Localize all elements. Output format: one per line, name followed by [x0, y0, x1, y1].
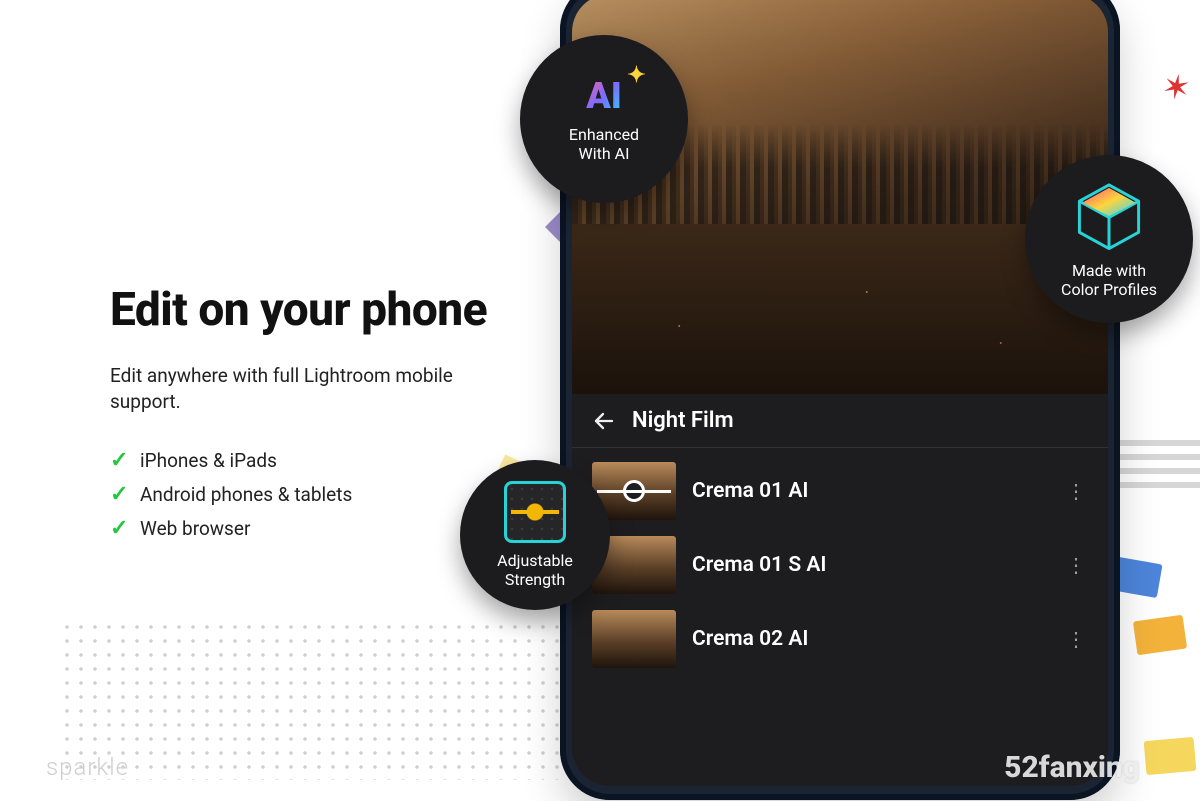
- preset-list: Crema 01 AI ⋮ Crema 01 S AI ⋮ Crema 02 A…: [572, 448, 1108, 682]
- feature-label: Web browser: [140, 514, 250, 543]
- preset-label: Crema 02 AI: [692, 627, 1050, 651]
- badge-label: Adjustable Strength: [497, 551, 573, 589]
- back-arrow-icon[interactable]: [592, 409, 616, 433]
- badge-adjustable-strength: Adjustable Strength: [460, 460, 610, 610]
- preset-row[interactable]: Crema 01 S AI ⋮: [572, 528, 1108, 602]
- marketing-copy: Edit on your phone Edit anywhere with fu…: [110, 285, 490, 546]
- feature-list: ✓ iPhones & iPads ✓ Android phones & tab…: [110, 444, 490, 546]
- kebab-menu-icon[interactable]: ⋮: [1066, 627, 1088, 651]
- feature-label: iPhones & iPads: [140, 446, 277, 475]
- badge-label: Made with Color Profiles: [1061, 261, 1157, 299]
- sparkle-icon: ✦: [627, 63, 645, 88]
- preset-label: Crema 01 AI: [692, 479, 1050, 503]
- headline: Edit on your phone: [110, 285, 490, 337]
- preset-section-title: Night Film: [632, 408, 734, 433]
- kebab-menu-icon[interactable]: ⋮: [1066, 553, 1088, 577]
- preset-thumbnail: [592, 610, 676, 668]
- preset-row[interactable]: Crema 02 AI ⋮: [572, 602, 1108, 676]
- check-icon: ✓: [110, 444, 130, 478]
- cube-icon: [1072, 179, 1146, 253]
- check-icon: ✓: [110, 512, 130, 546]
- ai-glyph-icon: AI ✦: [586, 75, 621, 117]
- kebab-menu-icon[interactable]: ⋮: [1066, 479, 1088, 503]
- strength-slider-icon: [504, 481, 566, 543]
- decor-tab-orange: [1133, 615, 1187, 656]
- watermark-right: 52fanxing: [1004, 750, 1140, 785]
- subtitle: Edit anywhere with full Lightroom mobile…: [110, 363, 490, 416]
- feature-item: ✓ Web browser: [110, 512, 490, 546]
- preset-row[interactable]: Crema 01 AI ⋮: [572, 454, 1108, 528]
- preset-section-header: Night Film: [572, 394, 1108, 448]
- decor-tab-yellow: [1144, 737, 1197, 775]
- feature-item: ✓ iPhones & iPads: [110, 444, 490, 478]
- feature-item: ✓ Android phones & tablets: [110, 478, 490, 512]
- decor-dot-grid: [60, 620, 580, 780]
- feature-label: Android phones & tablets: [140, 480, 352, 509]
- check-icon: ✓: [110, 478, 130, 512]
- watermark-left: sparkle: [46, 753, 129, 781]
- decor-red-star: ✶: [1158, 66, 1193, 110]
- badge-label: Enhanced With AI: [569, 125, 639, 163]
- badge-color-profiles: Made with Color Profiles: [1025, 155, 1193, 323]
- preset-label: Crema 01 S AI: [692, 553, 1050, 577]
- badge-ai-enhanced: AI ✦ Enhanced With AI: [520, 35, 688, 203]
